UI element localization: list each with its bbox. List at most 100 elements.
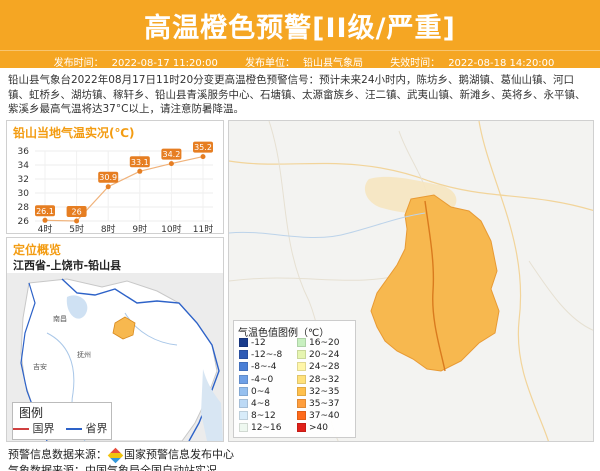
color-legend-label: 4~8 [251,399,270,409]
color-legend-label: -12 [251,338,266,348]
color-legend-swatch [297,362,306,372]
color-legend-label: >40 [309,423,328,434]
temperature-chart: 36 34 32 30 28 26 26.1 4时 26 5时 30.9 8时 33.1 9时 34.2 10… [18,141,213,235]
color-legend-item: -12~-8 [239,350,282,360]
warning-description: 铅山县气象台2022年08月17日11时20分变更高温橙色预警信号：预计未来24… [8,74,586,115]
color-legend-item: 37~40 [297,411,339,421]
color-legend-item: 4~8 [239,399,270,409]
y-tick-label: 34 [18,161,30,171]
publish-unit: 铅山县气象局 [303,58,363,69]
y-tick-label: 26 [18,217,30,227]
color-legend-label: 37~40 [309,411,340,422]
warning-map: 气温色值图例（℃） -12 -12~-8 -8~-4 -4~0 0~4 4~8 8~12 12… [228,120,594,442]
location-path: 江西省-上饶市-铅山县 [13,259,122,272]
color-legend-item: 20~24 [297,350,339,360]
color-legend-swatch [297,386,306,396]
color-legend-label: 32~35 [309,386,340,397]
color-legend-item: 35~37 [297,399,339,409]
color-legend-item: 32~35 [297,386,340,397]
color-legend-item: 12~16 [239,423,281,433]
color-legend-label: 24~28 [309,362,340,373]
publish-time-label: 发布时间： [53,58,104,69]
y-tick-label: 28 [18,203,30,213]
publish-unit-label: 发布单位： [245,58,295,69]
location-panel-title: 定位概览 [13,243,62,257]
overview-legend-title: 图例 [19,406,44,420]
color-legend-label: -4~0 [251,374,274,385]
x-tick-label: 9时 [132,223,147,235]
color-legend-item: 24~28 [297,362,339,372]
location-panel: 定位概览 江西省-上饶市-铅山县 南昌 抚州 吉安 图例 国界 省界 [6,237,224,442]
legend-national-border: 国界 [32,422,55,435]
legend-province-border: 省界 [85,422,108,435]
color-legend-title: 气温色值图例（℃） [238,328,330,339]
color-legend-swatch [239,399,248,408]
x-tick-label: 11时 [193,223,213,235]
color-legend-item: 16~20 [297,338,339,348]
x-tick-label: 10时 [161,223,181,235]
color-legend-label: 8~12 [251,411,276,422]
color-legend-swatch [239,411,248,421]
footer-weather-source: 气象数据来源：中国气象局全国自动站实况 [8,464,217,471]
map-label-fuzhou: 抚州 [77,350,91,359]
color-legend-swatch [239,362,248,372]
y-tick-label: 30 [18,189,30,199]
color-legend-item: -8~-4 [239,362,277,372]
footer-source-org: 国家预警信息发布中心 [124,448,234,461]
overview-legend-items: 国界 省界 [13,420,113,438]
map-label-nanchang: 南昌 [53,314,67,323]
color-legend-swatch [239,374,248,384]
color-legend-swatch [239,338,248,347]
data-point [200,154,206,160]
color-legend-swatch [297,411,306,421]
color-legend-swatch [239,386,248,396]
color-legend-item: >40 [297,423,328,433]
y-tick-label: 36 [18,147,30,157]
color-legend-swatch [239,350,248,360]
color-legend-swatch [297,338,306,347]
x-tick-label: 4时 [38,223,53,235]
color-legend-item: 28~32 [297,374,340,385]
warning-meta: 发布时间： 2022-08-17 11:20:00 发布单位： 铅山县气象局 失效时… [0,50,600,69]
data-point [168,161,174,167]
data-label: 30.9 [99,173,117,182]
warning-header: 高温橙色预警[II级/严重] 发布时间： 2022-08-17 11:20:00 … [0,0,600,69]
data-point [137,168,143,174]
data-label: 35.2 [194,143,212,152]
province-border-swatch [66,428,82,430]
warning-title: 高温橙色预警[II级/严重] [144,13,456,44]
color-legend-label: 16~20 [309,338,340,348]
y-tick-label: 32 [18,175,29,185]
color-legend-label: 20~24 [309,350,340,361]
color-legend-item: 8~12 [239,411,276,421]
color-legend-label: 12~16 [251,423,282,434]
color-legend-label: 35~37 [309,399,340,409]
source-org-icon [107,447,124,463]
footer-source-label: 预警信息数据来源： [8,448,107,461]
expire-time: 2022-08-18 14:20:00 [448,58,555,69]
color-legend-swatch [297,350,306,360]
data-point [42,217,48,223]
national-border-swatch [13,428,29,430]
map-label-jian: 吉安 [33,362,47,371]
color-legend-swatch [297,423,306,433]
color-legend-label: -12~-8 [251,350,283,361]
x-tick-label: 5时 [69,223,84,235]
data-label: 33.1 [131,158,149,167]
color-legend-label: -8~-4 [251,362,277,373]
temperature-panel: 铅山当地气温实况(℃) 36 34 32 30 28 26 26.1 4时 26 5时 30.9 8时… [6,120,224,235]
color-legend-item: 0~4 [239,386,270,397]
color-legend-item: -12 [239,338,266,348]
color-legend-item: -4~0 [239,374,274,385]
data-label: 26 [72,208,82,217]
data-label: 34.2 [162,150,180,159]
color-legend-swatch [297,374,306,384]
footer-source: 预警信息数据来源： 国家预警信息发布中心 [8,446,234,463]
temperature-color-legend: 气温色值图例（℃） -12 -12~-8 -8~-4 -4~0 0~4 4~8 8~12 12… [233,320,356,438]
color-legend-label: 28~32 [309,374,340,385]
color-legend-swatch [239,423,248,433]
data-point [74,218,80,224]
publish-time: 2022-08-17 11:20:00 [111,58,218,69]
color-legend-swatch [297,399,306,408]
x-tick-label: 8时 [101,223,116,235]
